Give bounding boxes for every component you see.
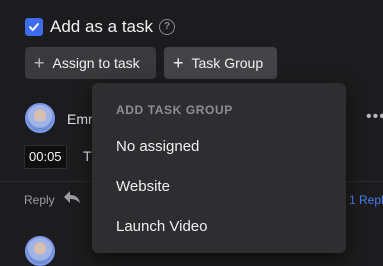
dropdown-item-no-assigned[interactable]: No assigned <box>116 138 199 155</box>
reply-link[interactable]: Reply <box>24 193 55 207</box>
task-group-label: Task Group <box>191 55 264 71</box>
dropdown-item-launch-video[interactable]: Launch Video <box>116 218 207 235</box>
avatar[interactable] <box>25 236 55 266</box>
more-options-icon[interactable]: ••• <box>366 108 383 126</box>
assign-to-task-button[interactable]: + Assign to task <box>25 47 156 79</box>
add-as-task-label: Add as a task <box>50 17 154 36</box>
help-icon[interactable]: ? <box>159 19 175 35</box>
assign-to-task-label: Assign to task <box>52 55 140 71</box>
plus-icon: + <box>34 53 45 73</box>
replies-count-link[interactable]: 1 Repl <box>349 193 383 207</box>
avatar[interactable] <box>25 103 55 133</box>
timestamp-badge[interactable]: 00:05 <box>24 145 67 169</box>
plus-icon: + <box>173 53 184 73</box>
checkmark-icon <box>29 23 39 31</box>
dropdown-item-website[interactable]: Website <box>116 178 170 195</box>
add-as-task-checkbox[interactable] <box>25 18 43 36</box>
task-group-dropdown: ADD TASK GROUP No assigned Website Launc… <box>92 83 346 253</box>
dropdown-header: ADD TASK GROUP <box>116 103 233 117</box>
reply-arrow-icon[interactable] <box>63 189 81 210</box>
comment-text: T <box>83 148 92 164</box>
task-group-button[interactable]: + Task Group <box>164 47 277 79</box>
